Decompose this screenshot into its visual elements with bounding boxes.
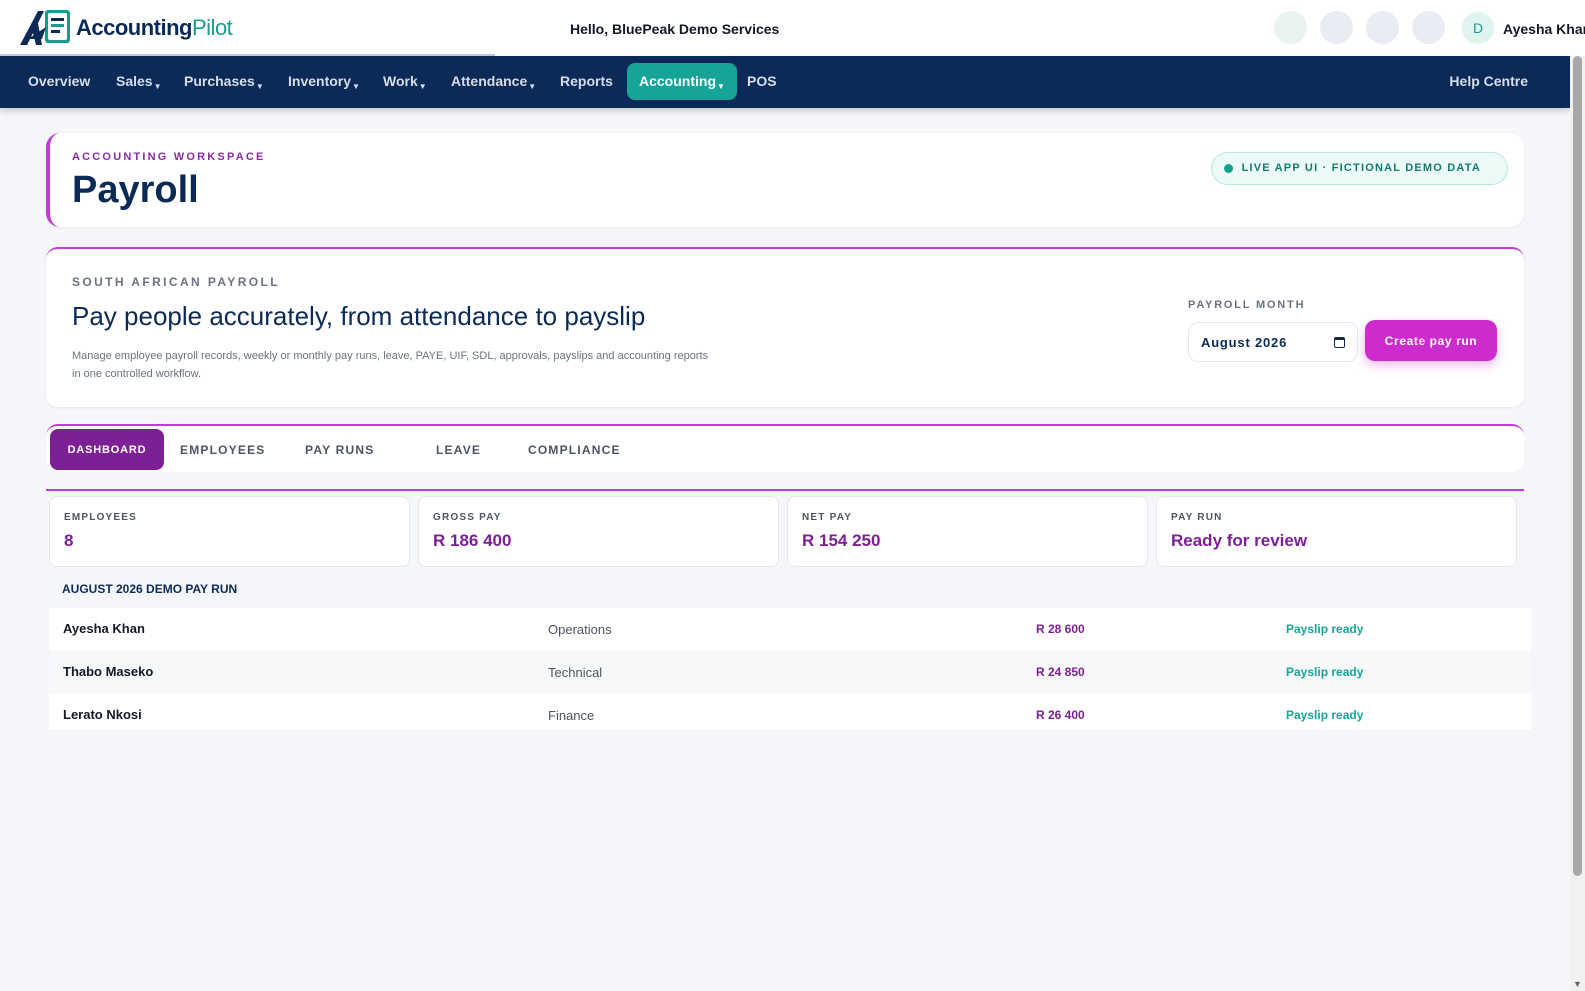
payroll-month-input[interactable]: August 2026	[1188, 322, 1358, 362]
pay-run-table: Ayesha Khan Operations R 28 600 Payslip …	[49, 608, 1531, 730]
employee-amount: R 26 400	[1036, 708, 1085, 722]
stat-value: 8	[64, 531, 74, 550]
nav-label: Overview	[28, 73, 91, 89]
employee-department: Finance	[548, 708, 595, 723]
stat-card-net-pay: NET PAY R 154 250	[787, 496, 1148, 567]
scrollbar-thumb[interactable]	[1573, 56, 1582, 876]
nav-work[interactable]: Work▼	[383, 73, 427, 91]
payroll-month-label: PAYROLL MONTH	[1188, 299, 1306, 311]
messages-icon[interactable]	[1366, 11, 1399, 44]
chevron-down-icon: ▼	[528, 82, 537, 91]
main-nav: Overview Sales▼ Purchases▼ Inventory▼ Wo…	[0, 56, 1570, 108]
chevron-down-icon: ▼	[418, 82, 427, 91]
employee-name: Lerato Nkosi	[63, 707, 142, 722]
chevron-down-icon: ▼	[255, 82, 264, 91]
payslip-status[interactable]: Payslip ready	[1286, 708, 1363, 722]
employee-department: Operations	[548, 622, 612, 637]
nav-reports[interactable]: Reports	[560, 73, 613, 89]
calendar-icon[interactable]	[1334, 336, 1345, 348]
help-centre-link[interactable]: Help Centre	[1449, 73, 1528, 89]
stat-value: R 186 400	[433, 531, 512, 550]
page-header-card: ACCOUNTING WORKSPACE Payroll LIVE APP UI…	[46, 133, 1524, 227]
table-row[interactable]: Ayesha Khan Operations R 28 600 Payslip …	[49, 608, 1531, 651]
employee-department: Technical	[548, 665, 603, 680]
chevron-down-icon: ▼	[352, 82, 360, 91]
nav-label: Purchases	[184, 73, 255, 89]
stat-label: NET PAY	[802, 512, 853, 523]
employee-name: Thabo Maseko	[63, 664, 154, 679]
nav-overview[interactable]: Overview	[28, 73, 90, 89]
brand-logo[interactable]: AccountingPilot	[18, 8, 233, 48]
scroll-down-icon[interactable]: ▼	[1573, 979, 1582, 989]
chevron-down-icon: ▼	[717, 82, 725, 91]
stat-label: GROSS PAY	[433, 512, 502, 523]
brand-name-bold: Accounting	[76, 15, 193, 40]
nav-label: Inventory	[288, 73, 352, 89]
section-divider	[46, 489, 1524, 491]
nav-label: Accounting	[639, 73, 716, 89]
nav-sales[interactable]: Sales▼	[116, 73, 162, 91]
hero-title: Pay people accurately, from attendance t…	[72, 301, 646, 331]
employee-amount: R 28 600	[1036, 622, 1085, 636]
nav-label: Reports	[560, 73, 613, 89]
header-icon-group	[1274, 11, 1445, 44]
stat-value: Ready for review	[1171, 531, 1308, 550]
employee-amount: R 24 850	[1036, 665, 1085, 679]
brand-name: AccountingPilot	[76, 15, 233, 41]
nav-label: Attendance	[451, 73, 528, 89]
stat-label: PAY RUN	[1171, 512, 1223, 523]
nav-label: Sales	[116, 73, 153, 89]
nav-label: POS	[747, 73, 777, 89]
notifications-icon[interactable]	[1320, 11, 1353, 44]
hero-eyebrow: SOUTH AFRICAN PAYROLL	[72, 275, 280, 289]
status-badge: LIVE APP UI · FICTIONAL DEMO DATA	[1210, 152, 1508, 185]
hero-description: Manage employee payroll records, weekly …	[72, 350, 709, 380]
user-name[interactable]: Ayesha Khan	[1503, 21, 1585, 37]
brand-name-light: Pilot	[192, 15, 233, 40]
status-badge-text: LIVE APP UI · FICTIONAL DEMO DATA	[1241, 162, 1481, 174]
tab-leave[interactable]: LEAVE	[436, 443, 481, 457]
payslip-status[interactable]: Payslip ready	[1286, 665, 1363, 679]
tab-dashboard[interactable]: DASHBOARD	[50, 429, 164, 470]
pay-run-title: AUGUST 2026 DEMO PAY RUN	[62, 582, 238, 596]
employee-name: Ayesha Khan	[63, 621, 145, 636]
top-bar: AccountingPilot Hello, BluePeak Demo Ser…	[0, 0, 1585, 56]
nav-accounting[interactable]: Accounting▼	[627, 63, 737, 100]
create-pay-run-button[interactable]: Create pay run	[1365, 320, 1497, 361]
avatar[interactable]: D	[1462, 12, 1494, 44]
logo-mark-icon	[18, 9, 72, 47]
tab-compliance[interactable]: COMPLIANCE	[528, 443, 621, 457]
stat-card-pay-run: PAY RUN Ready for review	[1156, 496, 1517, 567]
payroll-tabs: DASHBOARD EMPLOYEES PAY RUNS LEAVE COMPL…	[46, 424, 1524, 472]
chevron-down-icon: ▼	[153, 82, 162, 91]
live-dot-icon	[1223, 164, 1233, 173]
table-row[interactable]: Thabo Maseko Technical R 24 850 Payslip …	[49, 651, 1531, 694]
table-row[interactable]: Lerato Nkosi Finance R 26 400 Payslip re…	[49, 694, 1531, 730]
greeting-text: Hello, BluePeak Demo Services	[570, 21, 780, 37]
nav-attendance[interactable]: Attendance▼	[451, 73, 536, 91]
tab-pay-runs[interactable]: PAY RUNS	[305, 443, 374, 457]
nav-label: Work	[383, 73, 418, 89]
page-eyebrow: ACCOUNTING WORKSPACE	[72, 151, 266, 163]
page-scrollbar[interactable]: ▼	[1570, 56, 1585, 991]
stat-label: EMPLOYEES	[64, 512, 138, 523]
quick-action-icon[interactable]	[1274, 11, 1307, 44]
stat-card-gross-pay: GROSS PAY R 186 400	[418, 496, 779, 567]
stat-value: R 154 250	[802, 531, 881, 550]
page-title: Payroll	[72, 169, 199, 211]
payroll-hero-card: SOUTH AFRICAN PAYROLL Pay people accurat…	[46, 247, 1524, 407]
nav-pos[interactable]: POS	[747, 73, 777, 89]
stat-card-employees: EMPLOYEES 8	[49, 496, 410, 567]
nav-purchases[interactable]: Purchases▼	[184, 73, 264, 91]
payslip-status[interactable]: Payslip ready	[1286, 622, 1363, 636]
nav-inventory[interactable]: Inventory▼	[288, 73, 360, 91]
payroll-month-value: August 2026	[1201, 334, 1288, 350]
tab-employees[interactable]: EMPLOYEES	[180, 443, 265, 457]
settings-icon[interactable]	[1412, 11, 1445, 44]
